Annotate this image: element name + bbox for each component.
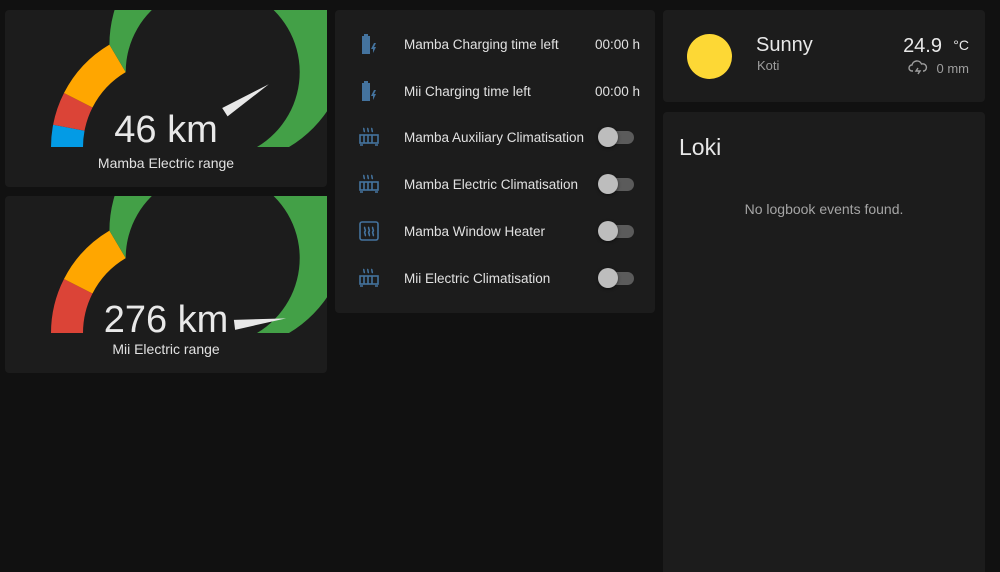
entity-label: Mamba Electric Climatisation [404, 176, 579, 192]
gauge-card-mamba-range[interactable]: 46 km Mamba Electric range [5, 10, 327, 187]
entity-row-mamba-charging-time[interactable]: Mamba Charging time left 00:00 h [335, 24, 655, 64]
entity-row-mii-charging-time[interactable]: Mii Charging time left 00:00 h [335, 71, 655, 111]
toggle-switch[interactable] [598, 127, 636, 147]
gauge-card-mii-range[interactable]: 276 km Mii Electric range [5, 196, 327, 373]
logbook-card: Loki No logbook events found. [663, 112, 985, 572]
window-heater-icon [356, 218, 382, 244]
toggle-switch[interactable] [598, 268, 636, 288]
sun-icon [687, 34, 732, 79]
entity-label: Mamba Auxiliary Climatisation [404, 129, 585, 145]
gauge-value: 46 km [114, 109, 218, 151]
weather-condition: Sunny [756, 34, 813, 56]
cloud-rain-icon [908, 59, 928, 77]
entity-label: Mamba Charging time left [404, 36, 559, 52]
entity-label: Mii Charging time left [404, 83, 531, 99]
weather-card[interactable]: Sunny Koti 24.9 °C 0 mm [663, 10, 985, 102]
weather-temperature-unit: °C [953, 37, 969, 53]
toggle-switch[interactable] [598, 221, 636, 241]
battery-charging-icon [356, 31, 382, 57]
toggle-thumb [598, 268, 618, 288]
entity-state: 00:00 h [594, 36, 640, 52]
radiator-icon [356, 124, 382, 150]
toggle-thumb [598, 127, 618, 147]
toggle-thumb [598, 174, 618, 194]
entity-label: Mamba Window Heater [404, 223, 546, 239]
entity-row-mamba-aux-climatisation: Mamba Auxiliary Climatisation [335, 117, 655, 157]
entity-row-mamba-window-heater: Mamba Window Heater [335, 211, 655, 251]
radiator-icon [356, 265, 382, 291]
weather-temperature: 24.9 [903, 35, 942, 57]
entity-state: 00:00 h [594, 83, 640, 99]
entities-card: Mamba Charging time left 00:00 h Mii Cha… [335, 10, 655, 313]
toggle-switch[interactable] [598, 174, 636, 194]
entity-label: Mii Electric Climatisation [404, 270, 551, 286]
logbook-empty-message: No logbook events found. [744, 201, 904, 217]
radiator-icon [356, 171, 382, 197]
gauge-name: Mii Electric range [112, 341, 220, 357]
logbook-title: Loki [679, 134, 722, 160]
entity-row-mamba-electric-climatisation: Mamba Electric Climatisation [335, 164, 655, 204]
gauge-value: 276 km [103, 299, 229, 341]
entity-row-mii-electric-climatisation: Mii Electric Climatisation [335, 258, 655, 298]
toggle-thumb [598, 221, 618, 241]
battery-charging-icon [356, 78, 382, 104]
weather-precipitation: 0 mm [936, 61, 970, 76]
gauge-name: Mamba Electric range [97, 155, 235, 171]
weather-location: Koti [757, 58, 780, 73]
